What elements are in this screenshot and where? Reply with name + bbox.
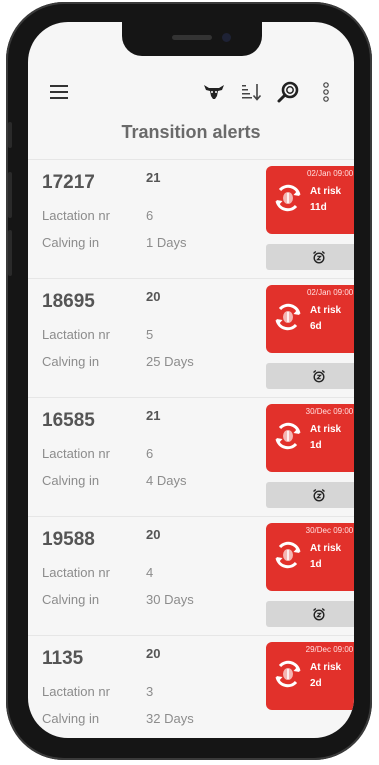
risk-alert-box[interactable]: 02/Jan 09:00 AM At risk 11d	[266, 166, 354, 234]
calving-label: Calving in	[42, 354, 100, 369]
alarm-clock-icon	[313, 369, 325, 383]
cow-number: 20	[146, 289, 161, 304]
calving-label: Calving in	[42, 592, 100, 607]
cow-number: 21	[146, 170, 161, 185]
lactation-value: 3	[146, 684, 154, 699]
lactation-value: 5	[146, 327, 154, 342]
lactation-value: 6	[146, 208, 154, 223]
alert-status: At risk	[310, 305, 342, 316]
alert-status: At risk	[310, 424, 342, 435]
cow-number: 21	[146, 408, 161, 423]
alert-days: 6d	[310, 321, 322, 332]
app-bar	[28, 66, 354, 118]
lactation-value: 4	[146, 565, 154, 580]
calving-label: Calving in	[42, 711, 100, 726]
cow-number: 20	[146, 646, 161, 661]
cow-number: 20	[146, 527, 161, 542]
alarm-clock-icon	[313, 607, 325, 621]
sort-icon[interactable]	[238, 78, 266, 106]
alert-days: 1d	[310, 559, 322, 570]
calving-label: Calving in	[42, 235, 100, 250]
alert-time: 29/Dec 09:00 AM	[305, 645, 354, 654]
lactation-label: Lactation nr	[42, 684, 110, 699]
mute-switch	[8, 122, 12, 148]
transition-cycle-icon	[275, 422, 301, 450]
alert-time: 02/Jan 09:00 AM	[306, 288, 354, 297]
cow-id: 16585	[42, 410, 95, 431]
volume-down-button	[8, 230, 12, 276]
alert-card[interactable]: 16585 21 Lactation nr 6 Calving in 4 Day…	[28, 397, 354, 516]
risk-alert-box[interactable]: 30/Dec 09:00 AM At risk 1d	[266, 404, 354, 472]
calving-value: 25 Days	[146, 354, 194, 369]
alert-days: 11d	[310, 202, 327, 213]
alert-time: 02/Jan 09:00 AM	[306, 169, 354, 178]
lactation-label: Lactation nr	[42, 565, 110, 580]
alarm-clock-icon	[313, 250, 325, 264]
alert-card[interactable]: 1135 20 Lactation nr 3 Calving in 32 Day…	[28, 635, 354, 738]
volume-up-button	[8, 172, 12, 218]
alarm-clock-icon	[313, 488, 325, 502]
alert-status: At risk	[310, 186, 342, 197]
calving-value: 4 Days	[146, 473, 187, 488]
risk-alert-box[interactable]: 30/Dec 09:00 AM At risk 1d	[266, 523, 354, 591]
alarm-button[interactable]	[266, 601, 354, 627]
menu-icon[interactable]	[50, 85, 68, 99]
alert-days: 1d	[310, 440, 322, 451]
alert-days: 2d	[310, 678, 322, 689]
cow-id: 1135	[42, 648, 84, 669]
alert-status: At risk	[310, 662, 342, 673]
calving-value: 32 Days	[146, 711, 194, 726]
alarm-button[interactable]	[266, 482, 354, 508]
alert-time: 30/Dec 09:00 AM	[305, 407, 354, 416]
cow-id: 18695	[42, 291, 95, 312]
front-camera	[222, 33, 231, 42]
alarm-button[interactable]	[266, 363, 354, 389]
risk-alert-box[interactable]: 29/Dec 09:00 AM At risk 2d	[266, 642, 354, 710]
alert-card[interactable]: 19588 20 Lactation nr 4 Calving in 30 Da…	[28, 516, 354, 635]
calving-label: Calving in	[42, 473, 100, 488]
more-icon[interactable]	[312, 78, 340, 106]
cow-id: 19588	[42, 529, 95, 550]
risk-alert-box[interactable]: 02/Jan 09:00 AM At risk 6d	[266, 285, 354, 353]
calving-value: 30 Days	[146, 592, 194, 607]
alert-time: 30/Dec 09:00 AM	[305, 526, 354, 535]
phone-frame: Transition alerts 17217 21 Lactation nr …	[6, 2, 372, 760]
lactation-label: Lactation nr	[42, 446, 110, 461]
lactation-label: Lactation nr	[42, 208, 110, 223]
cow-icon[interactable]	[200, 78, 228, 106]
cow-id: 17217	[42, 172, 95, 193]
lactation-value: 6	[146, 446, 154, 461]
transition-cycle-icon	[275, 660, 301, 688]
transition-cycle-icon	[275, 303, 301, 331]
lactation-label: Lactation nr	[42, 327, 110, 342]
alert-status: At risk	[310, 543, 342, 554]
app-screen: Transition alerts 17217 21 Lactation nr …	[28, 22, 354, 738]
alert-card[interactable]: 17217 21 Lactation nr 6 Calving in 1 Day…	[28, 159, 354, 278]
transition-cycle-icon	[275, 541, 301, 569]
search-icon[interactable]	[274, 78, 302, 106]
speaker	[172, 35, 212, 40]
notch	[122, 22, 262, 56]
alarm-button[interactable]	[266, 244, 354, 270]
calving-value: 1 Days	[146, 235, 187, 250]
page-title: Transition alerts	[121, 122, 261, 142]
alert-card[interactable]: 18695 20 Lactation nr 5 Calving in 25 Da…	[28, 278, 354, 397]
transition-cycle-icon	[275, 184, 301, 212]
